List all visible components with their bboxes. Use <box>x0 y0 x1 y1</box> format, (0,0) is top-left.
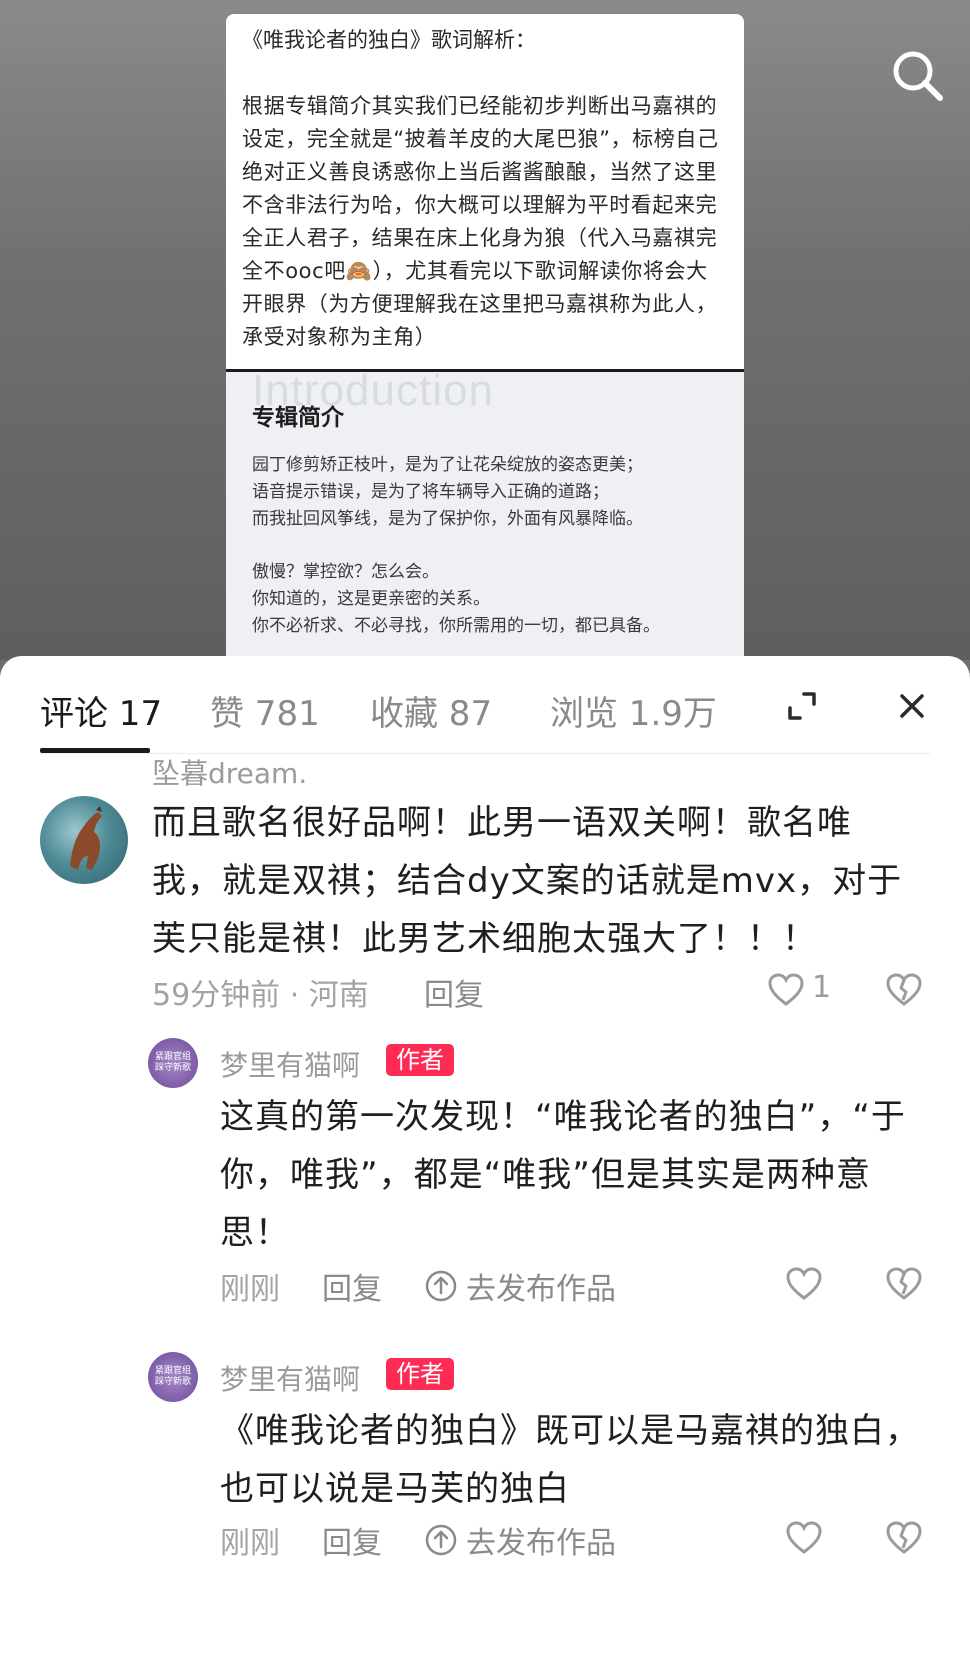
search-icon <box>893 51 943 101</box>
dislike-button[interactable] <box>884 970 924 1010</box>
broken-heart-icon <box>886 1267 922 1300</box>
expand-icon <box>788 692 816 720</box>
note-body: 根据专辑简介其实我们已经能初步判断出马嘉祺的设定，完全就是“披着羊皮的大尾巴狼”… <box>242 94 719 349</box>
search-button[interactable] <box>888 46 948 106</box>
like-count: 1 <box>812 970 832 1005</box>
publish-work-label: 去发布作品 <box>466 1526 616 1561</box>
close-icon <box>900 694 924 718</box>
reply-text: 这真的第一次发现！“唯我论者的独白”，“于你，唯我”，都是“唯我”但是其实是两种… <box>220 1097 906 1253</box>
comment-username[interactable]: 坠暮dream. <box>152 752 307 792</box>
reply-button[interactable]: 回复 <box>322 1264 382 1308</box>
reply-button[interactable]: 回复 <box>322 1518 382 1562</box>
reply-button[interactable]: 回复 <box>424 970 484 1014</box>
album-line: 园丁修剪矫正枝叶，是为了让花朵绽放的姿态更美； <box>252 455 643 475</box>
comment-text: 而且歌名很好品啊！此男一语双关啊！歌名唯我，就是双祺；结合dy文案的话就是mvx… <box>152 803 903 959</box>
lyrics-analysis-card: 《唯我论者的独白》歌词解析： 根据专辑简介其实我们已经能初步判断出马嘉祺的设定，… <box>226 14 744 369</box>
note-title: 《唯我论者的独白》歌词解析： <box>242 28 536 52</box>
avatar[interactable]: 紧跟官组 踩守新歌 <box>148 1038 198 1088</box>
like-button[interactable] <box>784 1518 824 1558</box>
close-button[interactable] <box>892 686 932 726</box>
tab-likes[interactable]: 赞 781 <box>210 686 320 735</box>
broken-heart-icon <box>886 1521 922 1554</box>
album-line: 你不必祈求、不必寻找，你所需用的一切，都已具备。 <box>252 616 660 636</box>
like-button[interactable] <box>784 1264 824 1304</box>
author-badge: 作者 <box>386 1044 454 1076</box>
author-badge: 作者 <box>386 1358 454 1390</box>
sheet-tabs: 评论 17 赞 781 收藏 87 浏览 1.9万 <box>0 656 970 756</box>
expand-button[interactable] <box>782 686 822 726</box>
publish-work-button[interactable]: 去发布作品 <box>424 1264 616 1308</box>
tab-views[interactable]: 浏览 1.9万 <box>550 686 717 735</box>
heart-icon <box>786 1521 822 1554</box>
album-line: 语音提示错误，是为了将车辆导入正确的道路； <box>252 482 609 502</box>
upload-circle-icon <box>425 1270 457 1302</box>
album-line: 傲慢？掌控欲？怎么会。 <box>252 562 439 582</box>
reply-username[interactable]: 梦里有猫啊 <box>220 1044 360 1084</box>
avatar-text: 紧跟官组 踩守新歌 <box>154 1366 191 1387</box>
dislike-button[interactable] <box>884 1264 924 1304</box>
avatar-text: 紧跟官组 踩守新歌 <box>154 1052 191 1073</box>
album-heading: 专辑简介 <box>252 405 344 431</box>
tab-favorites[interactable]: 收藏 87 <box>370 686 492 735</box>
reply-username[interactable]: 梦里有猫啊 <box>220 1358 360 1398</box>
avatar[interactable] <box>40 796 128 884</box>
dislike-button[interactable] <box>884 1518 924 1558</box>
comment-time-location: 59分钟前 · 河南 <box>152 978 369 1013</box>
publish-work-button[interactable]: 去发布作品 <box>424 1518 616 1562</box>
tab-comments[interactable]: 评论 17 <box>40 686 162 735</box>
heart-icon <box>768 973 804 1006</box>
album-intro-card: Introduction 专辑简介 园丁修剪矫正枝叶，是为了让花朵绽放的姿态更美… <box>226 372 744 662</box>
heart-icon <box>786 1267 822 1300</box>
reply-text: 《唯我论者的独白》既可以是马嘉祺的独白，也可以说是马芙的独白 <box>220 1411 920 1509</box>
reply-time: 刚刚 <box>220 1526 280 1561</box>
album-lines: 园丁修剪矫正枝叶，是为了让花朵绽放的姿态更美； 语音提示错误，是为了将车辆导入正… <box>252 452 718 640</box>
upload-circle-icon <box>425 1524 457 1556</box>
avatar[interactable]: 紧跟官组 踩守新歌 <box>148 1352 198 1402</box>
comment-sheet: 评论 17 赞 781 收藏 87 浏览 1.9万 坠暮dream. 而且歌名很… <box>0 656 970 1672</box>
like-button[interactable] <box>766 970 806 1010</box>
album-line: 而我扯回风筝线，是为了保护你，外面有风暴降临。 <box>252 509 643 529</box>
publish-work-label: 去发布作品 <box>466 1272 616 1307</box>
album-line: 你知道的，这是更亲密的关系。 <box>252 589 490 609</box>
horse-avatar-image <box>70 806 102 870</box>
reply-time: 刚刚 <box>220 1272 280 1307</box>
broken-heart-icon <box>886 973 922 1006</box>
